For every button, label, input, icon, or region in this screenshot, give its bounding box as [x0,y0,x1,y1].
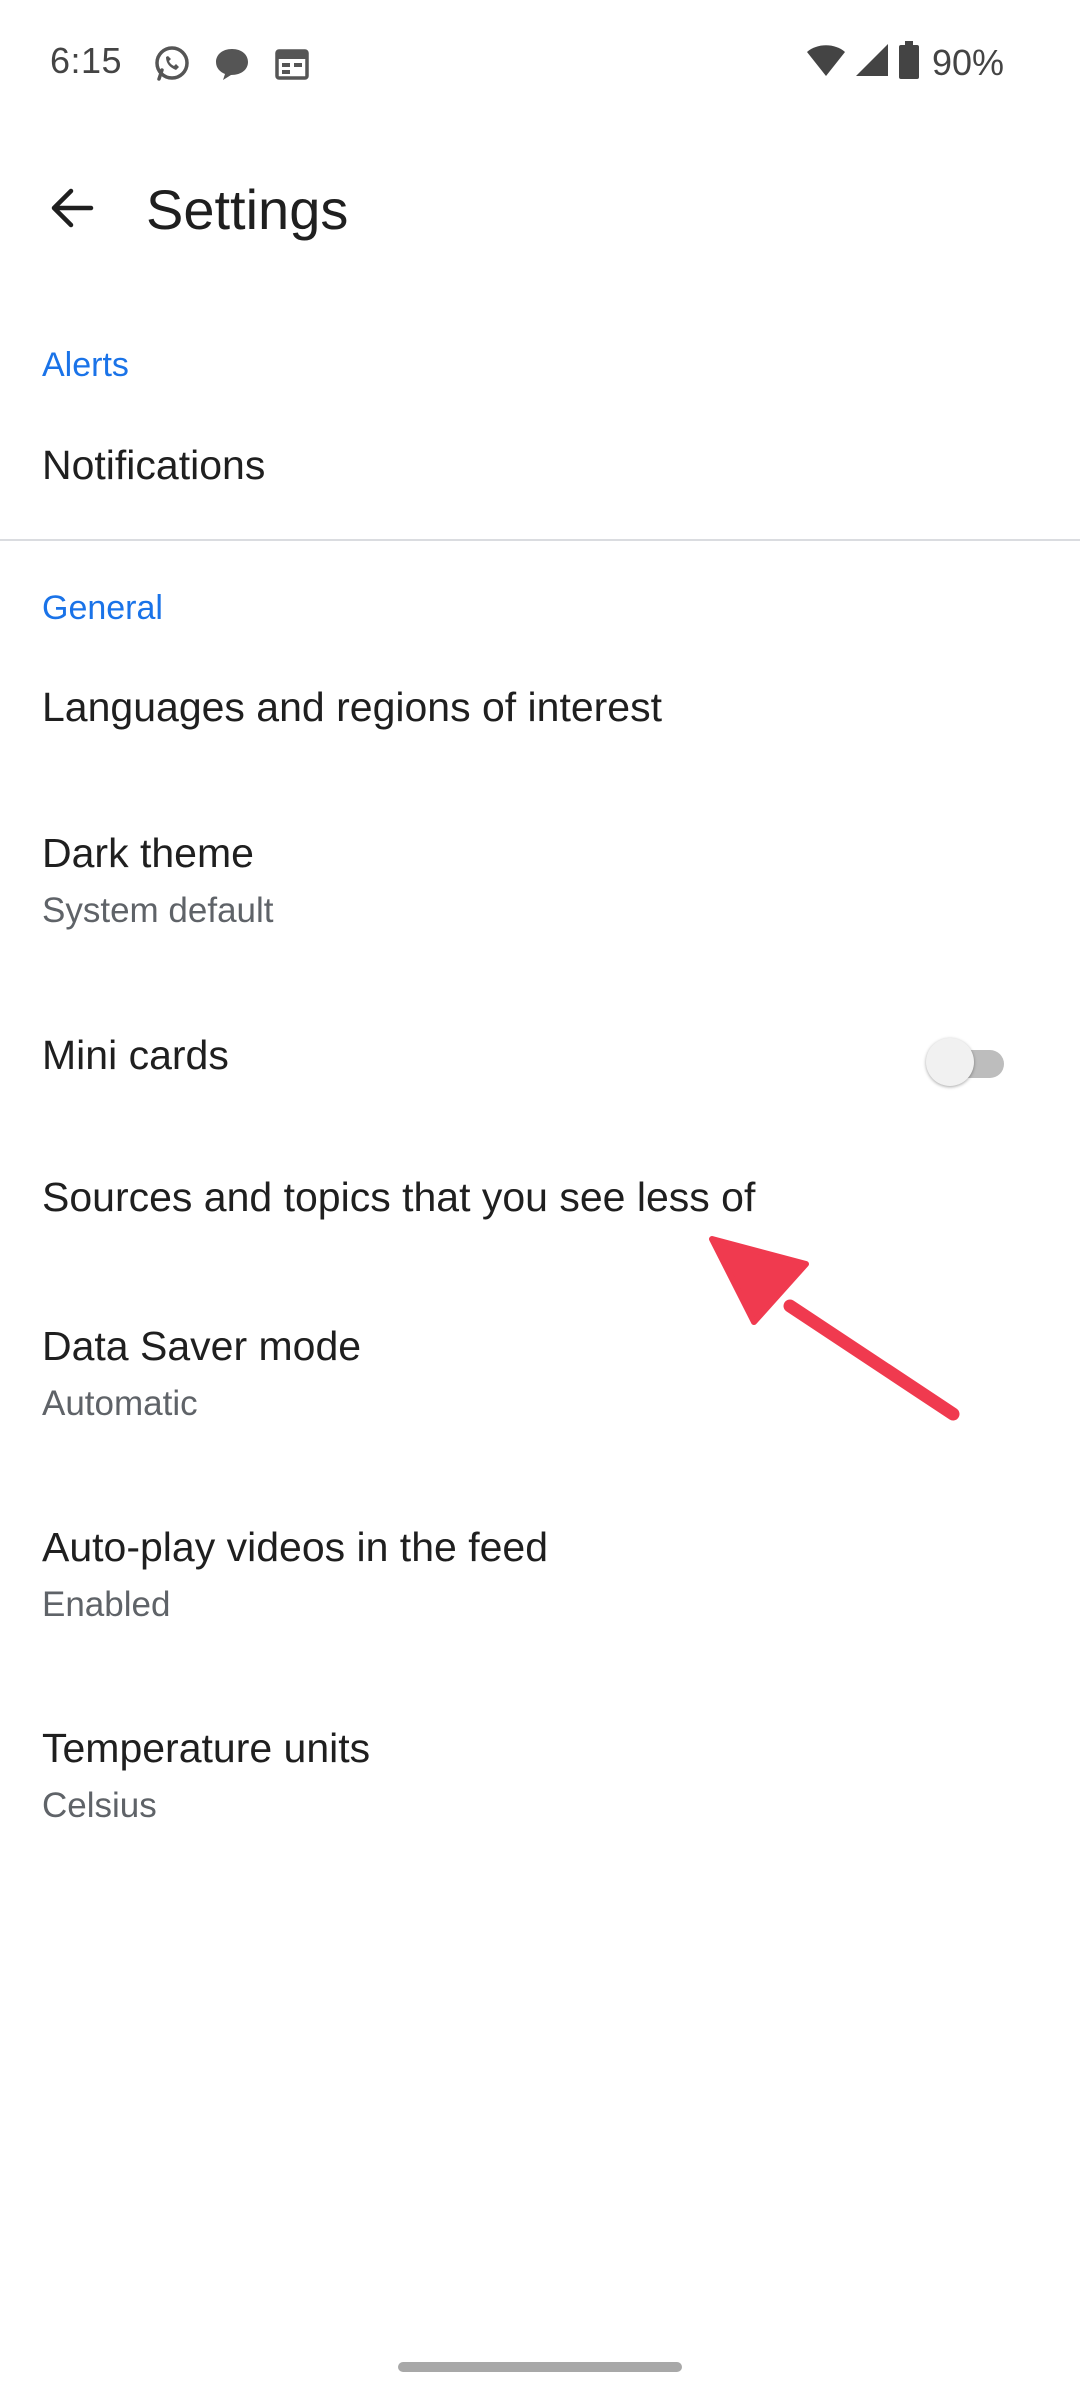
setting-title: Auto-play videos in the feed [42,1524,548,1570]
setting-title: Dark theme [42,830,254,876]
setting-subtitle: Automatic [42,1384,198,1423]
whatsapp-icon [152,44,192,89]
setting-languages[interactable]: Languages and regions of interest [0,660,1080,780]
chat-bubble-icon [212,44,252,89]
setting-dark-theme[interactable]: Dark theme System default [0,800,1080,950]
section-header-alerts: Alerts [42,346,129,384]
status-system-icons: 90% [806,40,1004,85]
setting-title: Data Saver mode [42,1323,362,1369]
section-header-general: General [42,589,163,627]
setting-mini-cards[interactable]: Mini cards [0,990,1080,1120]
setting-notifications[interactable]: Notifications [0,420,1080,520]
setting-subtitle: System default [42,891,274,930]
annotation-arrow-icon [700,1220,970,1430]
battery-percent: 90% [931,41,1004,83]
setting-autoplay[interactable]: Auto-play videos in the feed Enabled [0,1490,1080,1640]
home-indicator[interactable] [398,2362,682,2372]
setting-title: Notifications [42,442,266,488]
setting-title: Mini cards [42,1032,229,1078]
wifi-icon [806,42,846,83]
arrow-back-icon [47,183,97,238]
setting-subtitle: Celsius [42,1786,157,1825]
setting-title: Sources and topics that you see less of [42,1174,756,1220]
battery-icon [898,40,920,85]
toggle-thumb [926,1038,974,1086]
setting-subtitle: Enabled [42,1585,171,1624]
setting-temperature[interactable]: Temperature units Celsius [0,1690,1080,1840]
setting-title: Languages and regions of interest [42,684,663,730]
section-divider [0,539,1080,541]
back-button[interactable] [34,172,110,248]
calendar-icon [272,44,312,89]
cell-signal-icon [854,42,890,83]
setting-title: Temperature units [42,1725,371,1771]
status-bar: 6:15 90% [0,0,1080,130]
status-time: 6:15 [50,40,123,81]
page-title: Settings [146,178,349,241]
app-bar: Settings [0,150,1080,270]
status-notification-icons [152,44,312,89]
mini-cards-toggle[interactable] [922,1034,1010,1090]
